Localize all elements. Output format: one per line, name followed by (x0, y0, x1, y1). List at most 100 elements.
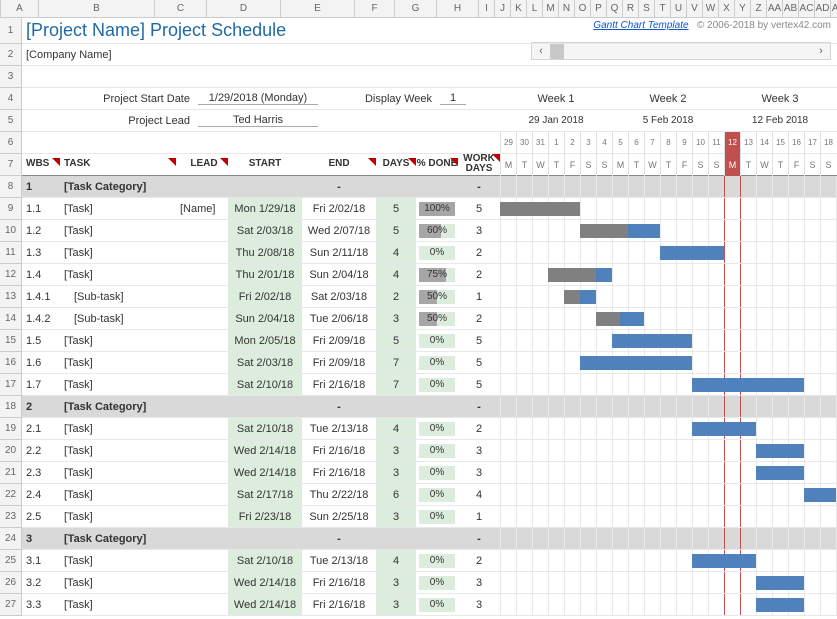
cell-wbs[interactable]: 2.1 (22, 418, 60, 439)
row-header-4[interactable]: 4 (0, 88, 21, 110)
cell-start[interactable]: Sun 2/04/18 (228, 308, 302, 329)
col-header-R[interactable]: R (623, 0, 639, 17)
cell-start[interactable]: Sat 2/03/18 (228, 352, 302, 373)
row-header-7[interactable]: 7 (0, 154, 21, 176)
cell-pct[interactable]: 0% (416, 330, 458, 351)
task-row[interactable]: 1.4[Task]Thu 2/01/18Sun 2/04/18475%2 (22, 264, 837, 286)
cell-days[interactable]: 5 (376, 330, 416, 351)
col-header-Y[interactable]: Y (735, 0, 751, 17)
col-header-D[interactable]: D (207, 0, 281, 17)
cell-task[interactable]: [Task] (60, 198, 176, 219)
row-header-3[interactable]: 3 (0, 66, 21, 88)
cell-days[interactable]: 3 (376, 308, 416, 329)
cell-lead[interactable] (176, 572, 228, 593)
row-header-14[interactable]: 14 (0, 308, 21, 330)
cell-lead[interactable] (176, 396, 228, 417)
row-header-9[interactable]: 9 (0, 198, 21, 220)
cell-start[interactable]: Wed 2/14/18 (228, 440, 302, 461)
task-row[interactable]: 1.3[Task]Thu 2/08/18Sun 2/11/1840%2 (22, 242, 837, 264)
row-header-23[interactable]: 23 (0, 506, 21, 528)
cell-pct[interactable]: 75% (416, 264, 458, 285)
task-row[interactable]: 3.3[Task]Wed 2/14/18Fri 2/16/1830%3 (22, 594, 837, 616)
hdr-end[interactable]: END (302, 158, 376, 171)
cell-task[interactable]: [Task] (60, 440, 176, 461)
cell-pct[interactable]: 0% (416, 594, 458, 615)
cell-task[interactable]: [Task Category] (60, 396, 176, 417)
gantt-bar[interactable] (756, 576, 804, 590)
cell-task[interactable]: [Task] (60, 220, 176, 241)
cell-days[interactable] (376, 528, 416, 549)
col-header-X[interactable]: X (719, 0, 735, 17)
cell-task[interactable]: [Task] (60, 374, 176, 395)
category-row[interactable]: 3[Task Category]-- (22, 528, 837, 550)
cell-lead[interactable] (176, 330, 228, 351)
gantt-bar[interactable] (756, 598, 804, 612)
cell-wbs[interactable]: 1.6 (22, 352, 60, 373)
cell-workdays[interactable]: 5 (458, 198, 500, 219)
cell-end[interactable]: Fri 2/09/18 (302, 330, 376, 351)
cell-start[interactable]: Wed 2/14/18 (228, 594, 302, 615)
task-row[interactable]: 1.5[Task]Mon 2/05/18Fri 2/09/1850%5 (22, 330, 837, 352)
cell-days[interactable]: 7 (376, 352, 416, 373)
gantt-bar[interactable] (580, 356, 692, 370)
cell-wbs[interactable]: 2.2 (22, 440, 60, 461)
cell-task[interactable]: [Task] (60, 484, 176, 505)
cell-task[interactable]: [Task Category] (60, 176, 176, 197)
cell-workdays[interactable]: 2 (458, 242, 500, 263)
cell-start[interactable]: Sat 2/10/18 (228, 550, 302, 571)
cell-start[interactable]: Sat 2/03/18 (228, 220, 302, 241)
cell-start[interactable]: Sat 2/10/18 (228, 418, 302, 439)
cell-workdays[interactable]: 3 (458, 220, 500, 241)
cell-workdays[interactable]: 3 (458, 440, 500, 461)
cell-days[interactable]: 4 (376, 242, 416, 263)
cell-end[interactable]: Fri 2/02/18 (302, 198, 376, 219)
cell-lead[interactable] (176, 484, 228, 505)
task-row[interactable]: 1.2[Task]Sat 2/03/18Wed 2/07/18560%3 (22, 220, 837, 242)
cell-pct[interactable] (416, 528, 458, 549)
cell-wbs[interactable]: 2 (22, 396, 60, 417)
col-header-E[interactable]: E (281, 0, 355, 17)
cell-start[interactable]: Fri 2/23/18 (228, 506, 302, 527)
cell-lead[interactable] (176, 264, 228, 285)
cell-lead[interactable] (176, 308, 228, 329)
col-header-H[interactable]: H (437, 0, 479, 17)
cell-days[interactable]: 4 (376, 418, 416, 439)
cell-wbs[interactable]: 2.3 (22, 462, 60, 483)
cell-task[interactable]: [Task] (60, 242, 176, 263)
cell-task[interactable]: [Task] (60, 352, 176, 373)
col-header-B[interactable]: B (39, 0, 155, 17)
cell-wbs[interactable]: 1.4 (22, 264, 60, 285)
cell-wbs[interactable]: 1.1 (22, 198, 60, 219)
cell-start[interactable]: Thu 2/01/18 (228, 264, 302, 285)
task-row[interactable]: 2.3[Task]Wed 2/14/18Fri 2/16/1830%3 (22, 462, 837, 484)
row-header-25[interactable]: 25 (0, 550, 21, 572)
cell-pct[interactable]: 0% (416, 418, 458, 439)
cell-end[interactable]: - (302, 176, 376, 197)
row-header-1[interactable]: 1 (0, 18, 21, 44)
cell-task[interactable]: [Task] (60, 462, 176, 483)
display-week-value[interactable]: 1 (440, 92, 466, 105)
col-header-P[interactable]: P (591, 0, 607, 17)
row-header-10[interactable]: 10 (0, 220, 21, 242)
cell-start[interactable]: Fri 2/02/18 (228, 286, 302, 307)
cell-workdays[interactable]: 3 (458, 462, 500, 483)
cell-start[interactable] (228, 528, 302, 549)
cell-pct[interactable]: 0% (416, 352, 458, 373)
cell-wbs[interactable]: 3.3 (22, 594, 60, 615)
cell-workdays[interactable]: 5 (458, 374, 500, 395)
cell-days[interactable] (376, 396, 416, 417)
col-header-A[interactable]: A (1, 0, 39, 17)
cell-task[interactable]: [Task] (60, 418, 176, 439)
cell-wbs[interactable]: 1.4.1 (22, 286, 60, 307)
gantt-bar[interactable] (756, 466, 804, 480)
cell-workdays[interactable]: 2 (458, 308, 500, 329)
gantt-bar[interactable] (692, 422, 756, 436)
row-header-18[interactable]: 18 (0, 396, 21, 418)
cell-end[interactable]: Fri 2/16/18 (302, 440, 376, 461)
cell-end[interactable]: Thu 2/22/18 (302, 484, 376, 505)
cell-task[interactable]: [Task] (60, 264, 176, 285)
cell-workdays[interactable]: 5 (458, 330, 500, 351)
cell-wbs[interactable]: 3.1 (22, 550, 60, 571)
cell-pct[interactable]: 50% (416, 308, 458, 329)
cell-task[interactable]: [Sub-task] (60, 308, 176, 329)
